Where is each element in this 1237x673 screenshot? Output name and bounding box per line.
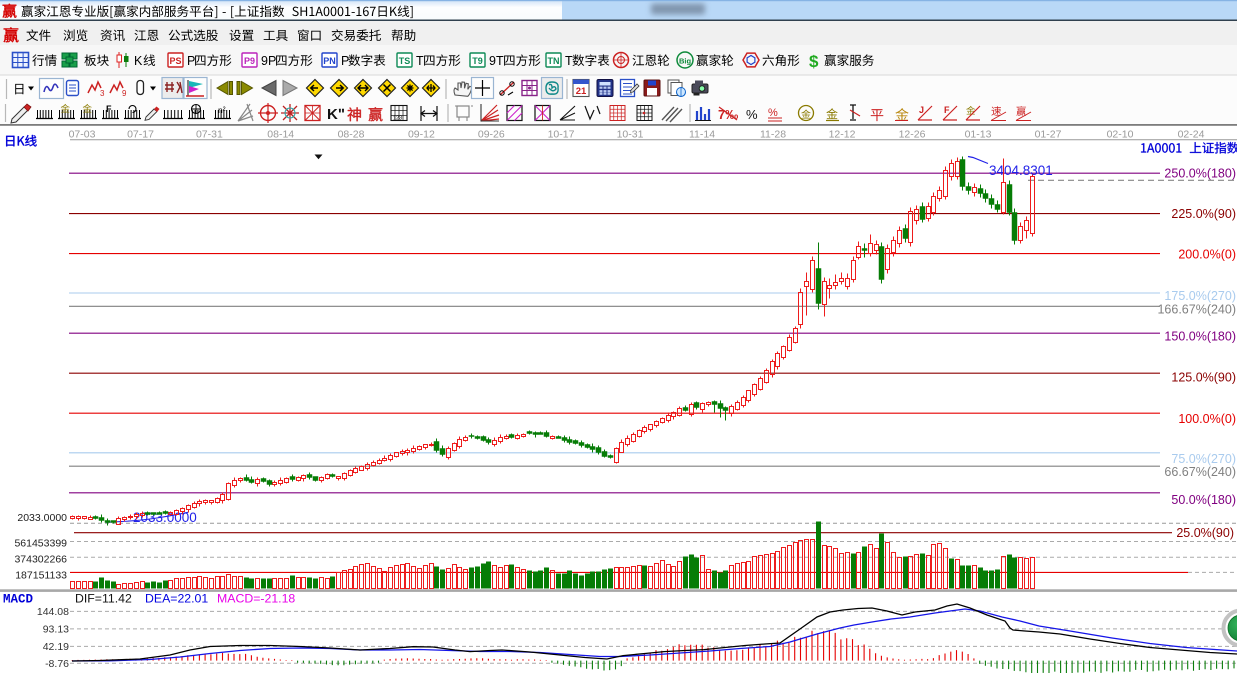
svg-text:02-10: 02-10	[1107, 129, 1134, 141]
svg-text:01-13: 01-13	[965, 129, 992, 141]
svg-text:P: P	[341, 54, 349, 68]
svg-text:%: %	[746, 107, 758, 122]
svg-text:9: 9	[261, 54, 268, 68]
svg-text:08-28: 08-28	[338, 129, 365, 141]
svg-text:75.0%(270): 75.0%(270)	[1171, 452, 1236, 466]
svg-text:150.0%(180): 150.0%(180)	[1164, 330, 1236, 344]
svg-text:25.0%(90): 25.0%(90)	[1176, 526, 1234, 540]
svg-text:02-24: 02-24	[1178, 129, 1205, 141]
svg-text:DEA=22.01: DEA=22.01	[145, 592, 208, 606]
svg-text:T: T	[496, 54, 504, 68]
svg-text:11-14: 11-14	[689, 129, 715, 141]
svg-text:PN: PN	[323, 56, 336, 66]
svg-text:F: F	[944, 105, 950, 115]
svg-text:J: J	[919, 105, 924, 115]
svg-text:374302266: 374302266	[14, 553, 67, 565]
svg-text:T: T	[416, 54, 424, 68]
svg-text:93.13: 93.13	[43, 624, 69, 636]
svg-text:P9: P9	[244, 56, 255, 66]
svg-text:187151133: 187151133	[15, 569, 67, 581]
svg-text:DIF=11.42: DIF=11.42	[75, 592, 132, 606]
svg-text:-8.76: -8.76	[45, 658, 69, 670]
svg-text:Kʺ: Kʺ	[327, 106, 345, 123]
svg-text:%: %	[768, 107, 778, 119]
svg-text:$: $	[809, 52, 819, 71]
svg-text:125.0%(90): 125.0%(90)	[1171, 371, 1236, 385]
svg-text:10-31: 10-31	[617, 129, 644, 141]
svg-text:T: T	[565, 54, 573, 68]
svg-text:12-12: 12-12	[829, 129, 856, 141]
svg-text:175.0%(270): 175.0%(270)	[1164, 289, 1236, 303]
svg-text:P: P	[268, 54, 276, 68]
svg-text:08-14: 08-14	[267, 129, 294, 141]
svg-text:250.0%(180): 250.0%(180)	[1164, 167, 1236, 181]
svg-text:MACD=-21.18: MACD=-21.18	[217, 592, 295, 606]
svg-text:Big: Big	[679, 57, 692, 66]
svg-text:MACD: MACD	[3, 593, 34, 607]
svg-text:100.0%(0): 100.0%(0)	[1178, 412, 1236, 426]
svg-text:T9: T9	[472, 56, 483, 66]
svg-text:561453399: 561453399	[14, 538, 67, 550]
svg-text:PS: PS	[169, 56, 181, 66]
svg-text:166.67%(240): 166.67%(240)	[1157, 303, 1236, 317]
svg-text:2033.0000: 2033.0000	[17, 512, 67, 524]
svg-text:07-31: 07-31	[196, 129, 223, 141]
svg-text:9: 9	[489, 54, 496, 68]
svg-text:3: 3	[100, 89, 105, 98]
svg-text:200.0%(0): 200.0%(0)	[1178, 248, 1236, 262]
svg-text:9: 9	[122, 89, 127, 98]
svg-text:12-26: 12-26	[899, 129, 926, 141]
svg-text:07-03: 07-03	[69, 129, 96, 141]
svg-text:7‰: 7‰	[718, 107, 738, 122]
svg-text:42.19: 42.19	[43, 641, 69, 653]
svg-text:07-17: 07-17	[127, 129, 154, 141]
svg-text:3404.8301: 3404.8301	[989, 163, 1053, 178]
svg-text:11-28: 11-28	[760, 129, 786, 141]
svg-text:21: 21	[576, 86, 587, 97]
svg-text:K: K	[134, 54, 143, 68]
svg-text:09-26: 09-26	[478, 129, 505, 141]
svg-text:n²: n²	[218, 105, 226, 115]
svg-text:F: F	[106, 104, 112, 114]
svg-text:P: P	[187, 54, 195, 68]
svg-text:09-12: 09-12	[408, 129, 435, 141]
svg-text:225.0%(90): 225.0%(90)	[1171, 207, 1236, 221]
svg-text:01-27: 01-27	[1035, 129, 1062, 141]
svg-text:144.08: 144.08	[37, 606, 69, 618]
svg-text:TS: TS	[399, 56, 411, 66]
svg-text:123: 123	[393, 116, 402, 122]
svg-text:66.67%(240): 66.67%(240)	[1164, 465, 1236, 479]
svg-text:10-17: 10-17	[548, 129, 575, 141]
svg-text:TN: TN	[548, 56, 560, 66]
svg-text:50.0%(180): 50.0%(180)	[1171, 493, 1236, 507]
